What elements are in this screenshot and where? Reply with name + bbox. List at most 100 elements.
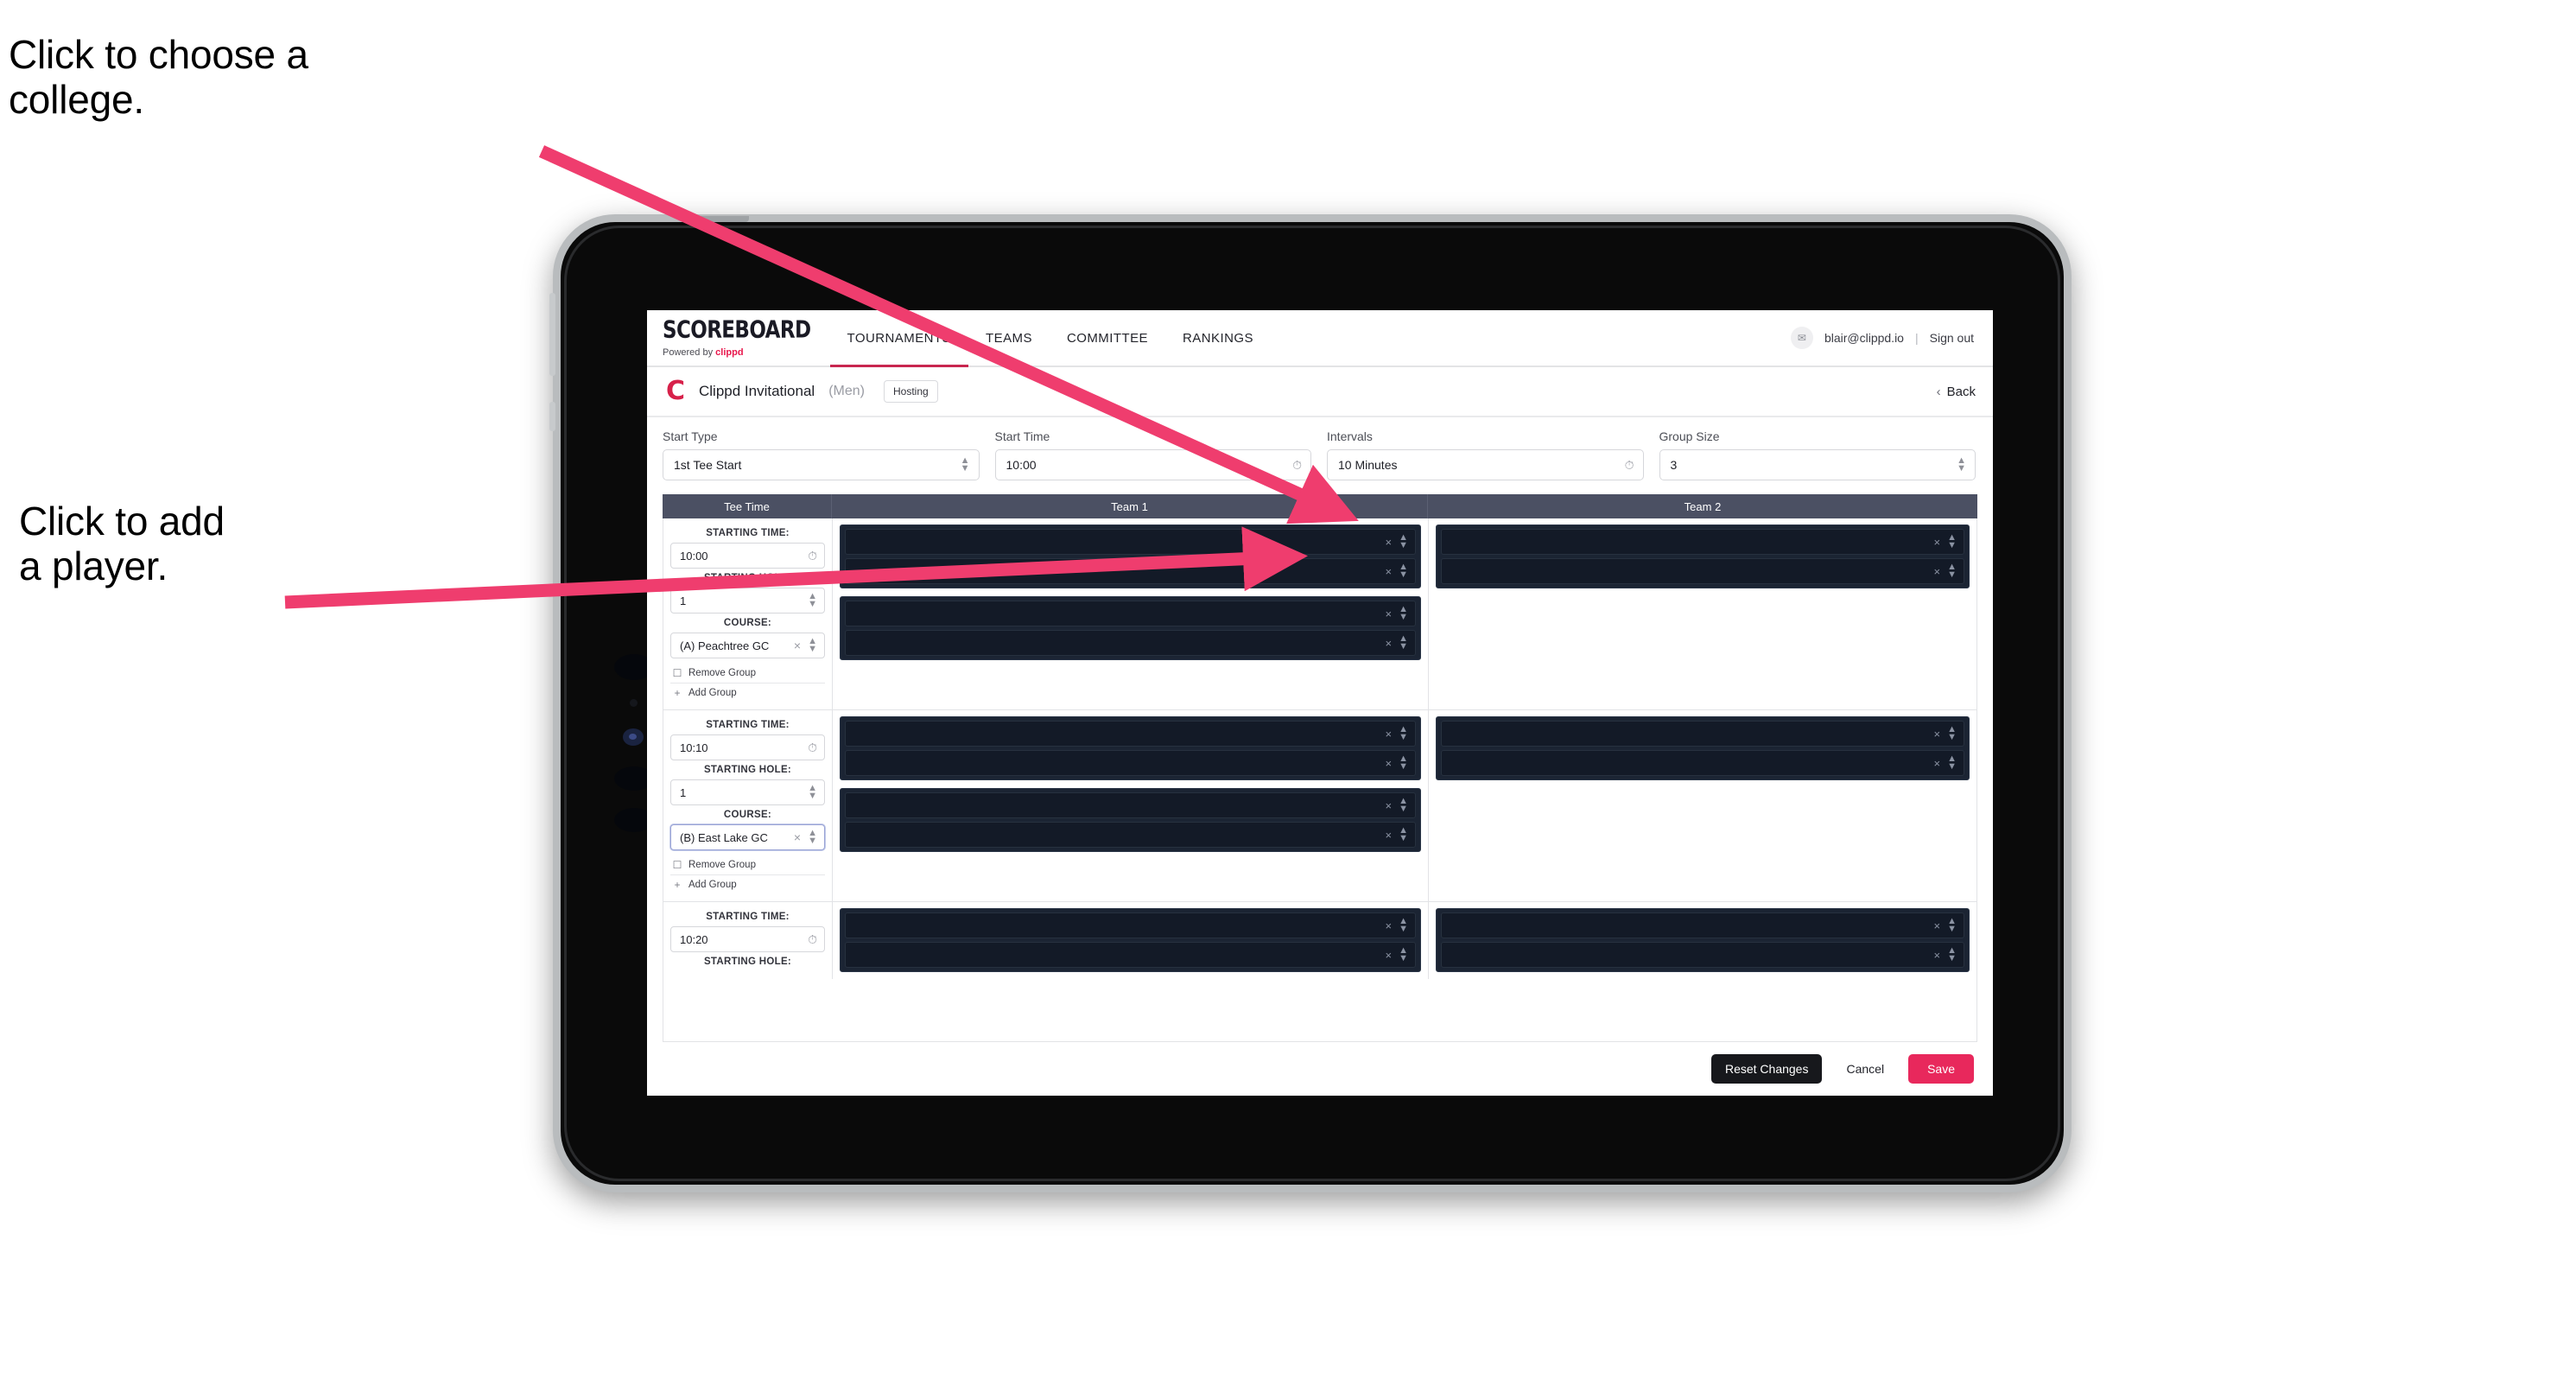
stepper-icon[interactable]: ▲ ▼ bbox=[1399, 826, 1408, 843]
close-icon[interactable]: × bbox=[1386, 949, 1393, 962]
course-select[interactable]: (A) Peachtree GC × ▲ ▼ bbox=[670, 633, 825, 658]
nav-item-teams[interactable]: TEAMS bbox=[968, 310, 1050, 366]
close-icon[interactable]: × bbox=[1386, 565, 1393, 578]
sign-out-link[interactable]: Sign out bbox=[1930, 331, 1974, 345]
stepper-icon[interactable]: ▲ ▼ bbox=[808, 637, 817, 654]
stepper-icon[interactable]: ▲ ▼ bbox=[1399, 797, 1408, 814]
close-icon[interactable]: × bbox=[1386, 637, 1393, 650]
stepper-icon[interactable]: ▲ ▼ bbox=[1399, 917, 1408, 934]
clock-icon[interactable]: ⏱ bbox=[808, 932, 817, 947]
close-icon[interactable]: × bbox=[1386, 728, 1393, 741]
close-icon[interactable]: × bbox=[1934, 728, 1941, 741]
brand-title: SCOREBOARD bbox=[663, 316, 811, 343]
player-select-row[interactable]: × ▲ ▼ bbox=[845, 558, 1416, 584]
player-select-row[interactable]: × ▲ ▼ bbox=[845, 822, 1416, 848]
close-icon[interactable]: × bbox=[1386, 757, 1393, 770]
stepper-icon[interactable]: ▲ ▼ bbox=[1399, 946, 1408, 963]
group-actions: ☐ Remove Group + Add Group bbox=[670, 855, 825, 894]
stepper-icon[interactable]: ▲ ▼ bbox=[1399, 754, 1408, 772]
stepper-icon[interactable]: ▲ ▼ bbox=[1947, 917, 1957, 934]
stepper-icon[interactable]: ▲ ▼ bbox=[1947, 754, 1957, 772]
player-select-row[interactable]: × ▲ ▼ bbox=[845, 792, 1416, 818]
starting-time-input[interactable]: 10:00 ⏱ bbox=[670, 543, 825, 569]
stepper-icon[interactable]: ▲ ▼ bbox=[1947, 533, 1957, 550]
close-icon[interactable]: × bbox=[1934, 919, 1941, 932]
stepper-icon[interactable]: ▲ ▼ bbox=[1399, 634, 1408, 652]
stepper-icon[interactable]: ▲ ▼ bbox=[1947, 725, 1957, 742]
close-icon[interactable]: × bbox=[1934, 949, 1941, 962]
brand-logo[interactable]: SCOREBOARD Powered by clippd bbox=[647, 310, 830, 366]
nav-item-committee[interactable]: COMMITTEE bbox=[1050, 310, 1165, 366]
start-type-select[interactable]: 1st Tee Start ▲ ▼ bbox=[663, 449, 980, 480]
stepper-icon[interactable]: ▲ ▼ bbox=[808, 784, 817, 801]
save-button[interactable]: Save bbox=[1908, 1054, 1974, 1084]
clock-icon[interactable]: ⏱ bbox=[1292, 458, 1302, 473]
reset-changes-button[interactable]: Reset Changes bbox=[1710, 1054, 1823, 1084]
clippd-c-logo: C bbox=[665, 376, 686, 406]
close-icon[interactable]: × bbox=[1934, 565, 1941, 578]
close-icon[interactable]: × bbox=[1386, 829, 1393, 842]
clock-icon[interactable]: ⏱ bbox=[808, 741, 817, 755]
player-select-row[interactable]: × ▲ ▼ bbox=[845, 721, 1416, 747]
starting-time-input[interactable]: 10:20 ⏱ bbox=[670, 926, 825, 952]
close-icon[interactable]: × bbox=[794, 830, 801, 844]
stepper-icon[interactable]: ▲ ▼ bbox=[1399, 725, 1408, 742]
column-header-team-2: Team 2 bbox=[1684, 499, 1722, 513]
add-group-button[interactable]: + Add Group bbox=[670, 875, 825, 894]
close-icon[interactable]: × bbox=[1934, 536, 1941, 549]
player-select-row[interactable]: × ▲ ▼ bbox=[1441, 750, 1964, 776]
starting-hole-stepper[interactable]: 1 ▲ ▼ bbox=[670, 779, 825, 805]
label-starting-time: STARTING TIME: bbox=[706, 528, 790, 538]
label-start-type: Start Type bbox=[663, 429, 718, 443]
group-size-stepper[interactable]: 3 ▲ ▼ bbox=[1659, 449, 1976, 480]
stepper-icon[interactable]: ▲ ▼ bbox=[1957, 456, 1966, 474]
close-icon[interactable]: × bbox=[1386, 799, 1393, 812]
player-select-row[interactable]: × ▲ ▼ bbox=[1441, 529, 1964, 555]
player-select-row[interactable]: × ▲ ▼ bbox=[1441, 721, 1964, 747]
label-intervals: Intervals bbox=[1327, 429, 1373, 443]
tablet-volume-button[interactable] bbox=[549, 402, 555, 431]
stepper-icon[interactable]: ▲ ▼ bbox=[1399, 605, 1408, 622]
add-group-button[interactable]: + Add Group bbox=[670, 683, 825, 703]
remove-group-button[interactable]: ☐ Remove Group bbox=[670, 855, 825, 875]
player-select-row[interactable]: × ▲ ▼ bbox=[845, 942, 1416, 968]
player-select-row[interactable]: × ▲ ▼ bbox=[845, 912, 1416, 938]
close-icon[interactable]: × bbox=[1386, 536, 1393, 549]
clock-icon[interactable]: ⏱ bbox=[1625, 458, 1634, 473]
player-select-row[interactable]: × ▲ ▼ bbox=[845, 750, 1416, 776]
stepper-icon[interactable]: ▲ ▼ bbox=[808, 592, 817, 609]
stepper-icon[interactable]: ▲ ▼ bbox=[1947, 946, 1957, 963]
remove-group-button[interactable]: ☐ Remove Group bbox=[670, 664, 825, 683]
player-select-row[interactable]: × ▲ ▼ bbox=[845, 601, 1416, 626]
course-select[interactable]: (B) East Lake GC × ▲ ▼ bbox=[670, 824, 825, 850]
nav-item-tournaments[interactable]: TOURNAMENTS bbox=[829, 310, 969, 367]
start-time-input[interactable]: 10:00 ⏱ bbox=[994, 449, 1311, 480]
player-select-row[interactable]: × ▲ ▼ bbox=[1441, 558, 1964, 584]
column-header-tee-time: Tee Time bbox=[663, 494, 832, 518]
close-icon[interactable]: × bbox=[1386, 607, 1393, 620]
starting-time-input[interactable]: 10:10 ⏱ bbox=[670, 734, 825, 760]
close-icon[interactable]: × bbox=[794, 639, 801, 652]
cancel-button[interactable]: Cancel bbox=[1836, 1054, 1894, 1084]
nav-item-rankings[interactable]: RANKINGS bbox=[1165, 310, 1271, 366]
starting-hole-stepper[interactable]: 1 ▲ ▼ bbox=[670, 588, 825, 614]
player-select-row[interactable]: × ▲ ▼ bbox=[1441, 912, 1964, 938]
mail-icon[interactable]: ✉ bbox=[1790, 327, 1813, 349]
stepper-icon[interactable]: ▲ ▼ bbox=[961, 456, 970, 474]
stepper-icon[interactable]: ▲ ▼ bbox=[1947, 563, 1957, 580]
player-select-row[interactable]: × ▲ ▼ bbox=[845, 529, 1416, 555]
close-icon[interactable]: × bbox=[1934, 757, 1941, 770]
player-select-row[interactable]: × ▲ ▼ bbox=[1441, 942, 1964, 968]
intervals-input[interactable]: 10 Minutes ⏱ bbox=[1327, 449, 1644, 480]
clock-icon[interactable]: ⏱ bbox=[808, 549, 817, 563]
stepper-icon[interactable]: ▲ ▼ bbox=[1399, 533, 1408, 550]
tablet-power-button[interactable] bbox=[549, 293, 555, 376]
player-select-row[interactable]: × ▲ ▼ bbox=[845, 630, 1416, 656]
course-select-value: (A) Peachtree GC bbox=[680, 639, 770, 652]
starting-time-input-value: 10:00 bbox=[680, 549, 708, 563]
stepper-icon[interactable]: ▲ ▼ bbox=[1399, 563, 1408, 580]
close-icon[interactable]: × bbox=[1386, 919, 1393, 932]
stepper-icon[interactable]: ▲ ▼ bbox=[808, 829, 817, 846]
back-button[interactable]: ‹ Back bbox=[1937, 385, 1976, 399]
nav-user-area: ✉ blair@clippd.io | Sign out bbox=[1790, 310, 1993, 366]
